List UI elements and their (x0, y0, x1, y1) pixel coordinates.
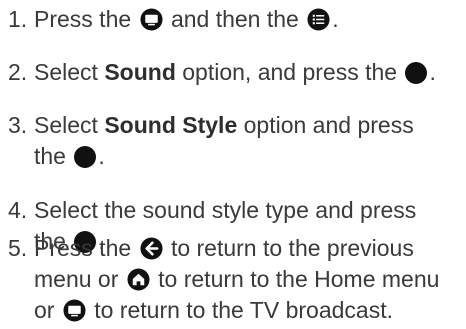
step-line: or to return to the TV broadcast. (34, 297, 393, 323)
step-line: Press the to return to the previous (34, 235, 414, 261)
settings-list-icon (307, 8, 330, 31)
tv-button-icon (140, 8, 163, 31)
back-arrow-icon (140, 237, 163, 260)
home-icon (127, 268, 150, 291)
step-line: the . (34, 143, 105, 169)
ok-dot-icon (74, 146, 97, 168)
step-number: 5. (8, 235, 28, 261)
step-text: Press the and then the . (34, 6, 339, 32)
step-number: 4. (8, 197, 28, 223)
step-text: Select Sound Style option and press the … (34, 110, 454, 172)
step-line: Select Sound Style option and press (34, 112, 414, 138)
step-number: 1. (8, 6, 28, 32)
step-line: Select the sound style type and press (34, 197, 417, 223)
step-number: 3. (8, 112, 28, 138)
menu-option-sound: Sound (104, 59, 176, 85)
step-text: Press the to return to the previous menu… (34, 233, 454, 326)
step-text: Select Sound option, and press the . (34, 59, 436, 85)
ok-dot-icon (405, 62, 428, 84)
step-number: 2. (8, 59, 28, 85)
tv-button-icon (63, 299, 86, 322)
menu-option-sound-style: Sound Style (104, 112, 238, 138)
step-line: menu or to return to the Home menu (34, 266, 440, 292)
